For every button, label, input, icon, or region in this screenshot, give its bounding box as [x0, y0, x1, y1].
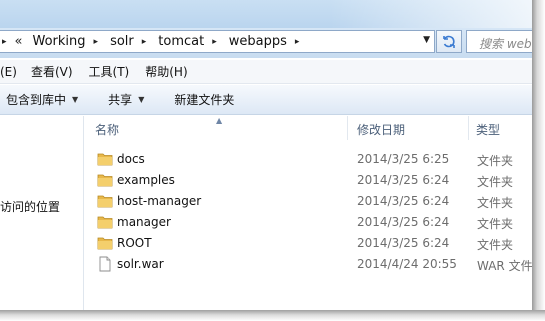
file-modified: 2014/3/25 6:24	[357, 215, 450, 229]
chevron-right-icon[interactable]: ▸	[86, 37, 107, 47]
file-modified: 2014/4/24 20:55	[357, 257, 457, 271]
chevron-right-icon[interactable]: ▸	[287, 37, 308, 47]
list-item[interactable]: solr.war 2014/4/24 20:55 WAR 文件	[85, 254, 532, 275]
column-header-name[interactable]: 名称	[95, 121, 119, 138]
search-placeholder: 搜索 webapps	[479, 37, 532, 51]
search-input[interactable]: 搜索 webapps	[466, 30, 532, 53]
file-type: 文件夹	[477, 154, 514, 168]
file-modified: 2014/3/25 6:24	[357, 236, 450, 250]
list-item[interactable]: docs 2014/3/25 6:25 文件夹	[85, 149, 532, 170]
file-type: 文件夹	[477, 175, 514, 189]
new-folder-button[interactable]: 新建文件夹	[174, 91, 234, 108]
nav-item-recent-places[interactable]: 访问的位置	[0, 198, 60, 215]
file-name: ROOT	[117, 236, 152, 250]
navigation-pane: 访问的位置	[0, 116, 84, 310]
file-type: 文件夹	[477, 238, 514, 252]
explorer-window: ▸ « Working ▸ solr ▸ tomcat ▸ webapps ▸ …	[0, 0, 532, 310]
file-icon	[99, 256, 111, 272]
list-item[interactable]: manager 2014/3/25 6:24 文件夹	[85, 212, 532, 233]
title-bar	[0, 0, 532, 30]
file-name: docs	[117, 152, 145, 166]
file-modified: 2014/3/25 6:24	[357, 194, 450, 208]
file-modified: 2014/3/25 6:25	[357, 152, 450, 166]
file-name: solr.war	[117, 257, 164, 271]
refresh-button[interactable]	[436, 30, 462, 53]
folder-icon	[97, 153, 113, 166]
new-folder-label: 新建文件夹	[174, 93, 235, 107]
window-shadow-bottom	[0, 310, 545, 321]
file-list: ▲ 名称 修改日期 类型 docs 2014/3/25 6:25 文件夹 exa…	[85, 116, 532, 310]
folder-icon	[97, 216, 113, 229]
list-item[interactable]: ROOT 2014/3/25 6:24 文件夹	[85, 233, 532, 254]
breadcrumb-webapps[interactable]: webapps	[225, 34, 287, 49]
column-header-type[interactable]: 类型	[476, 121, 500, 138]
file-type: 文件夹	[477, 217, 514, 231]
column-header-modified[interactable]: 修改日期	[357, 121, 405, 138]
chevron-right-icon[interactable]: ▸	[204, 37, 225, 47]
file-type: WAR 文件	[477, 259, 532, 273]
breadcrumb-solr[interactable]: solr	[106, 34, 134, 49]
chevron-down-icon: ▼	[138, 95, 145, 104]
file-modified: 2014/3/25 6:24	[357, 173, 450, 187]
column-divider[interactable]	[347, 116, 348, 140]
chevron-down-icon: ▼	[72, 95, 79, 104]
title-bar-glow	[330, 0, 532, 30]
include-in-library-label: 包含到库中	[6, 93, 67, 107]
menu-bar: (E) 查看(V) 工具(T) 帮助(H)	[0, 60, 532, 84]
file-name: manager	[117, 215, 171, 229]
file-name: host-manager	[117, 194, 202, 208]
folder-icon	[97, 237, 113, 250]
address-bar-row: ▸ « Working ▸ solr ▸ tomcat ▸ webapps ▸ …	[0, 28, 532, 58]
refresh-icon	[443, 35, 455, 48]
folder-icon	[97, 174, 113, 187]
column-header-row: ▲ 名称 修改日期 类型	[85, 116, 532, 140]
breadcrumb-tomcat[interactable]: tomcat	[154, 34, 204, 49]
list-item[interactable]: examples 2014/3/25 6:24 文件夹	[85, 170, 532, 191]
window-shadow-right	[532, 0, 545, 321]
chevron-down-icon[interactable]: ▼	[423, 35, 430, 45]
list-item[interactable]: host-manager 2014/3/25 6:24 文件夹	[85, 191, 532, 212]
chevron-right-icon[interactable]: ▸	[134, 37, 155, 47]
menu-tools[interactable]: 工具(T)	[89, 63, 130, 80]
breadcrumb-working[interactable]: Working	[29, 34, 86, 49]
include-in-library-button[interactable]: 包含到库中 ▼	[6, 91, 78, 108]
sort-ascending-icon: ▲	[216, 116, 223, 125]
folder-icon	[97, 195, 113, 208]
menu-edit[interactable]: (E)	[0, 65, 17, 79]
share-button[interactable]: 共享 ▼	[108, 91, 144, 108]
command-bar: 包含到库中 ▼ 共享 ▼ 新建文件夹	[0, 85, 532, 115]
menu-help[interactable]: 帮助(H)	[145, 63, 187, 80]
column-divider[interactable]	[468, 116, 469, 140]
menu-view[interactable]: 查看(V)	[31, 63, 73, 80]
share-label: 共享	[108, 93, 133, 107]
file-type: 文件夹	[477, 196, 514, 210]
breadcrumb-overflow[interactable]: «	[11, 34, 29, 49]
address-field[interactable]: ▸ « Working ▸ solr ▸ tomcat ▸ webapps ▸ …	[0, 30, 435, 53]
file-name: examples	[117, 173, 175, 187]
chevron-right-icon[interactable]: ▸	[0, 37, 11, 47]
